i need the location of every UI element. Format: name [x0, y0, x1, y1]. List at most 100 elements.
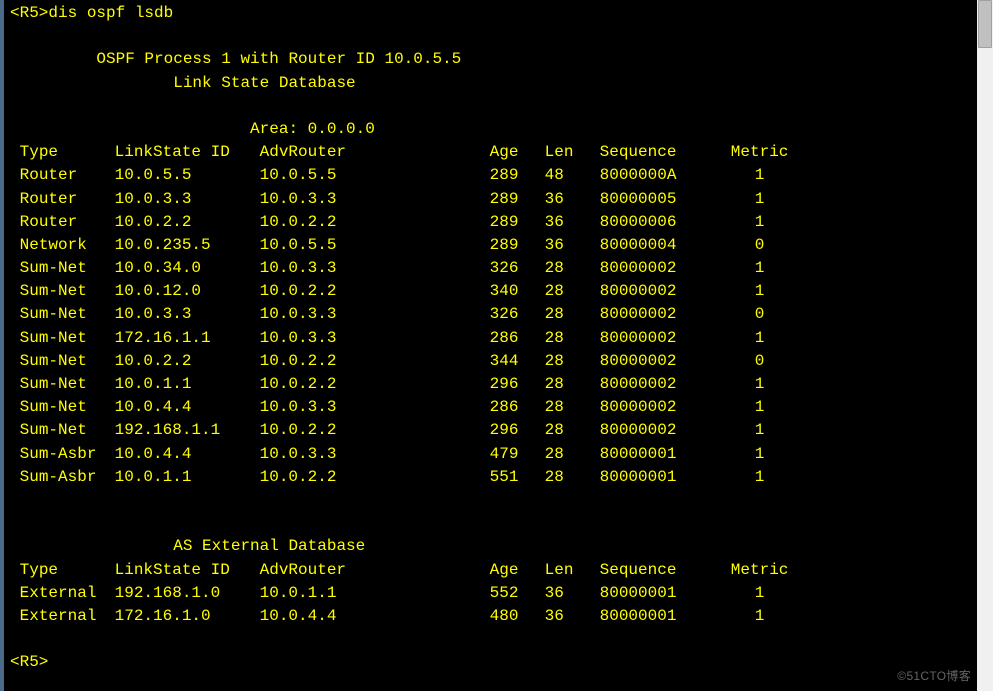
ext-db-title: AS External Database	[10, 535, 975, 558]
cell-metric: 0	[730, 350, 790, 373]
cell-linkstate-id: 10.0.3.3	[115, 188, 260, 211]
cell-len: 36	[545, 234, 600, 257]
terminal-window[interactable]: <R5>dis ospf lsdb OSPF Process 1 with Ro…	[0, 0, 993, 691]
hdr-type: Type	[20, 141, 115, 164]
cell-metric: 1	[730, 280, 790, 303]
cell-type: Sum-Net	[20, 303, 115, 326]
cell-sequence: 80000002	[600, 257, 730, 280]
cell-sequence: 80000002	[600, 280, 730, 303]
lsdb-title-line: Link State Database	[10, 72, 975, 95]
hdr-linkstate: LinkState ID	[115, 559, 260, 582]
table-row: Sum-Net192.168.1.110.0.2.229628800000021	[10, 419, 975, 442]
cell-len: 28	[545, 419, 600, 442]
cell-sequence: 80000002	[600, 350, 730, 373]
table-row: Sum-Net10.0.4.410.0.3.328628800000021	[10, 396, 975, 419]
blank-line	[10, 489, 975, 512]
cell-linkstate-id: 172.16.1.0	[115, 605, 260, 628]
cell-type: External	[20, 582, 115, 605]
table-row: Sum-Net10.0.1.110.0.2.229628800000021	[10, 373, 975, 396]
cell-type: Sum-Asbr	[20, 466, 115, 489]
cell-sequence: 80000001	[600, 466, 730, 489]
table-row: Sum-Net10.0.34.010.0.3.332628800000021	[10, 257, 975, 280]
cell-linkstate-id: 10.0.2.2	[115, 211, 260, 234]
table-row: External192.168.1.010.0.1.15523680000001…	[10, 582, 975, 605]
cell-advrouter: 10.0.3.3	[260, 443, 490, 466]
cell-sequence: 80000002	[600, 419, 730, 442]
cell-type: Sum-Net	[20, 280, 115, 303]
cell-advrouter: 10.0.2.2	[260, 373, 490, 396]
prompt-line-1: <R5>dis ospf lsdb	[10, 2, 975, 25]
cell-advrouter: 10.0.2.2	[260, 211, 490, 234]
cell-advrouter: 10.0.3.3	[260, 257, 490, 280]
cell-metric: 1	[730, 257, 790, 280]
cell-linkstate-id: 10.0.4.4	[115, 443, 260, 466]
cell-metric: 1	[730, 396, 790, 419]
cell-age: 551	[490, 466, 545, 489]
cell-type: Router	[20, 211, 115, 234]
table-row: External172.16.1.010.0.4.448036800000011	[10, 605, 975, 628]
cell-age: 296	[490, 373, 545, 396]
hdr-linkstate: LinkState ID	[115, 141, 260, 164]
cell-sequence: 80000001	[600, 582, 730, 605]
hdr-age: Age	[490, 559, 545, 582]
area-line: Area: 0.0.0.0	[10, 118, 975, 141]
cell-type: Sum-Asbr	[20, 443, 115, 466]
scrollbar-thumb[interactable]	[978, 0, 992, 48]
cell-advrouter: 10.0.3.3	[260, 396, 490, 419]
cell-age: 479	[490, 443, 545, 466]
cell-sequence: 80000002	[600, 303, 730, 326]
cell-sequence: 80000004	[600, 234, 730, 257]
cell-advrouter: 10.0.4.4	[260, 605, 490, 628]
table-row: Network10.0.235.510.0.5.528936800000040	[10, 234, 975, 257]
hdr-sequence: Sequence	[600, 559, 730, 582]
blank-line	[10, 25, 975, 48]
cell-metric: 1	[730, 188, 790, 211]
cell-age: 289	[490, 211, 545, 234]
cell-len: 28	[545, 466, 600, 489]
cell-advrouter: 10.0.2.2	[260, 350, 490, 373]
cell-metric: 1	[730, 419, 790, 442]
cell-age: 286	[490, 396, 545, 419]
cell-len: 28	[545, 443, 600, 466]
blank-line	[10, 512, 975, 535]
cell-metric: 1	[730, 443, 790, 466]
cell-advrouter: 10.0.3.3	[260, 303, 490, 326]
hdr-type: Type	[20, 559, 115, 582]
cell-age: 289	[490, 164, 545, 187]
cell-age: 340	[490, 280, 545, 303]
cell-type: Sum-Net	[20, 419, 115, 442]
cell-type: External	[20, 605, 115, 628]
cell-age: 480	[490, 605, 545, 628]
cell-metric: 1	[730, 373, 790, 396]
cell-metric: 1	[730, 211, 790, 234]
table-row: Sum-Net10.0.3.310.0.3.332628800000020	[10, 303, 975, 326]
cell-type: Network	[20, 234, 115, 257]
cell-type: Sum-Net	[20, 257, 115, 280]
hdr-age: Age	[490, 141, 545, 164]
blank-line	[10, 628, 975, 651]
cell-linkstate-id: 192.168.1.1	[115, 419, 260, 442]
cell-linkstate-id: 192.168.1.0	[115, 582, 260, 605]
cell-type: Router	[20, 188, 115, 211]
header-row-area: TypeLinkState IDAdvRouterAgeLenSequenceM…	[10, 141, 975, 164]
table-row: Sum-Net10.0.2.210.0.2.234428800000020	[10, 350, 975, 373]
cell-type: Router	[20, 164, 115, 187]
cell-age: 326	[490, 257, 545, 280]
cell-linkstate-id: 172.16.1.1	[115, 327, 260, 350]
cell-type: Sum-Net	[20, 350, 115, 373]
cell-metric: 1	[730, 466, 790, 489]
cell-advrouter: 10.0.2.2	[260, 419, 490, 442]
cell-advrouter: 10.0.3.3	[260, 188, 490, 211]
vertical-scrollbar[interactable]	[977, 0, 993, 691]
cell-age: 289	[490, 188, 545, 211]
hdr-advrouter: AdvRouter	[260, 559, 490, 582]
ospf-process-line: OSPF Process 1 with Router ID 10.0.5.5	[10, 48, 975, 71]
cell-type: Sum-Net	[20, 373, 115, 396]
cell-advrouter: 10.0.1.1	[260, 582, 490, 605]
cell-advrouter: 10.0.5.5	[260, 164, 490, 187]
table-row: Sum-Asbr10.0.4.410.0.3.347928800000011	[10, 443, 975, 466]
blank-line	[10, 95, 975, 118]
hdr-advrouter: AdvRouter	[260, 141, 490, 164]
cell-len: 28	[545, 257, 600, 280]
header-row-external: TypeLinkState IDAdvRouterAgeLenSequenceM…	[10, 559, 975, 582]
